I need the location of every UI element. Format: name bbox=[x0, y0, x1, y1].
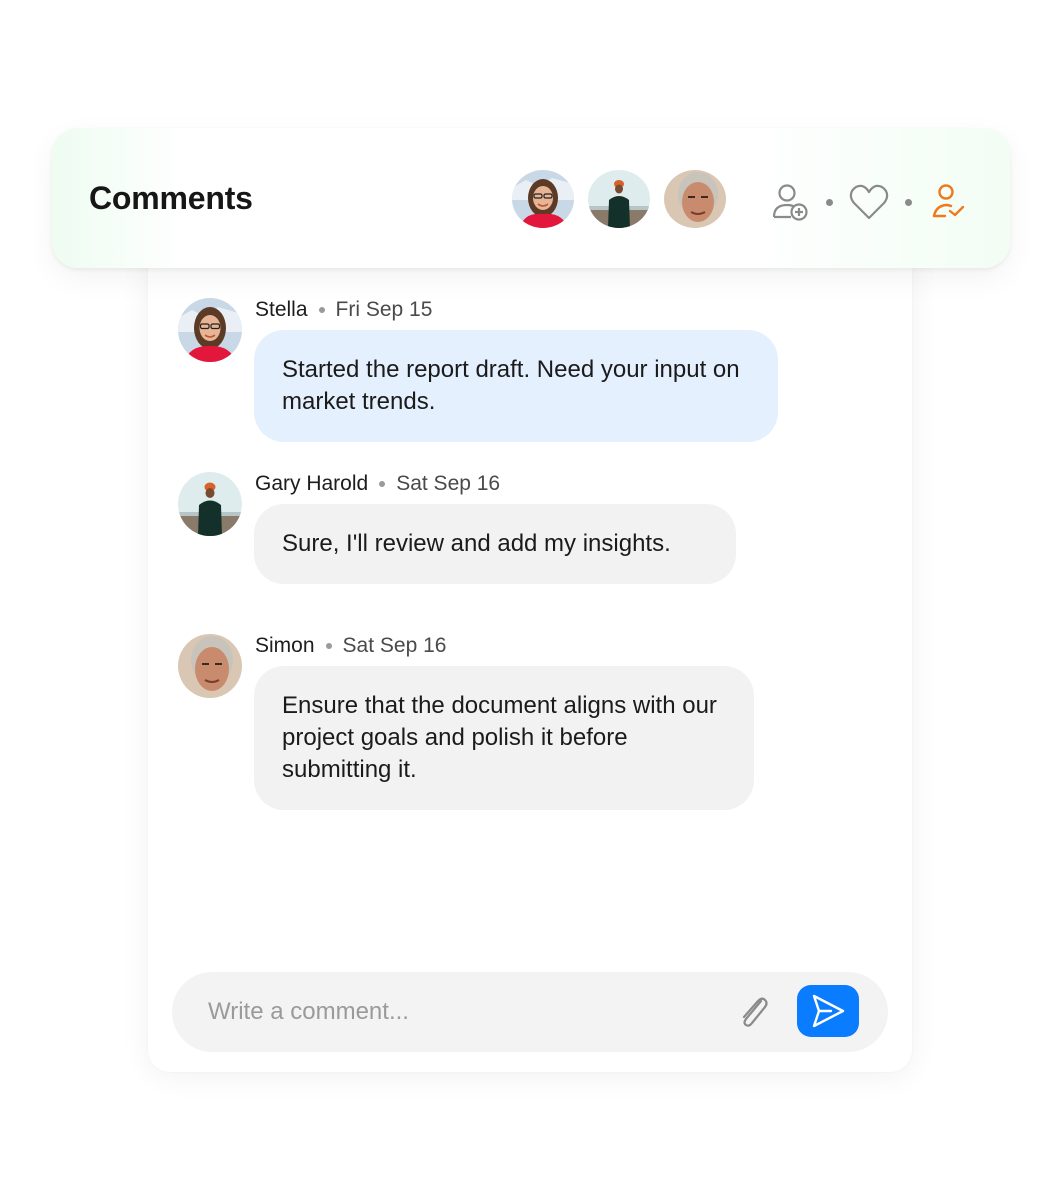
like-button[interactable] bbox=[847, 180, 891, 224]
separator-dot bbox=[379, 481, 386, 487]
comment-meta: Simon Sat Sep 16 bbox=[255, 634, 446, 658]
comment-date: Fri Sep 15 bbox=[335, 298, 433, 321]
comment-avatar[interactable] bbox=[178, 298, 242, 362]
comment-composer bbox=[172, 972, 888, 1052]
avatar-gary-harold[interactable] bbox=[588, 170, 650, 228]
send-icon bbox=[812, 994, 845, 1028]
comment-avatar[interactable] bbox=[178, 634, 242, 698]
comment-bubble: Sure, I'll review and add my insights. bbox=[254, 504, 736, 584]
separator-dot bbox=[905, 198, 912, 206]
comment-date: Sat Sep 16 bbox=[396, 472, 501, 495]
avatar-stella-image bbox=[178, 298, 242, 362]
comment-bubble: Ensure that the document aligns with our… bbox=[254, 666, 754, 810]
paperclip-icon bbox=[742, 997, 768, 1027]
avatar-simon[interactable] bbox=[664, 170, 726, 228]
comment-author: Simon bbox=[255, 634, 315, 657]
comment-date: Sat Sep 16 bbox=[342, 634, 447, 657]
user-check-icon bbox=[932, 184, 965, 218]
user-plus-icon bbox=[772, 184, 808, 221]
header-actions bbox=[768, 180, 970, 224]
participant-avatars bbox=[512, 170, 726, 228]
heart-icon bbox=[849, 184, 889, 220]
avatar-gary-image bbox=[178, 472, 242, 536]
attach-button[interactable] bbox=[732, 990, 776, 1034]
separator-dot bbox=[325, 643, 332, 649]
comment-author: Stella bbox=[255, 298, 308, 321]
page-title: Comments bbox=[89, 180, 253, 216]
separator-dot bbox=[826, 198, 833, 206]
comment-meta: Gary Harold Sat Sep 16 bbox=[255, 472, 500, 496]
comment-avatar[interactable] bbox=[178, 472, 242, 536]
comment-meta: Stella Fri Sep 15 bbox=[255, 298, 432, 322]
add-user-button[interactable] bbox=[768, 180, 812, 224]
assign-button[interactable] bbox=[926, 180, 970, 224]
comment-input[interactable] bbox=[208, 994, 708, 1030]
comment-bubble: Started the report draft. Need your inpu… bbox=[254, 330, 778, 442]
send-button[interactable] bbox=[797, 985, 859, 1037]
avatar-simon-image bbox=[178, 634, 242, 698]
avatar-simon-image bbox=[664, 170, 726, 228]
comments-header: Comments bbox=[52, 128, 1010, 268]
avatar-stella-image bbox=[512, 170, 574, 228]
comments-widget: Comments Stella Fri Sep 15 Started the r… bbox=[0, 0, 1060, 1200]
avatar-stella[interactable] bbox=[512, 170, 574, 228]
comment-author: Gary Harold bbox=[255, 472, 369, 495]
avatar-gary-image bbox=[588, 170, 650, 228]
separator-dot bbox=[318, 307, 325, 313]
